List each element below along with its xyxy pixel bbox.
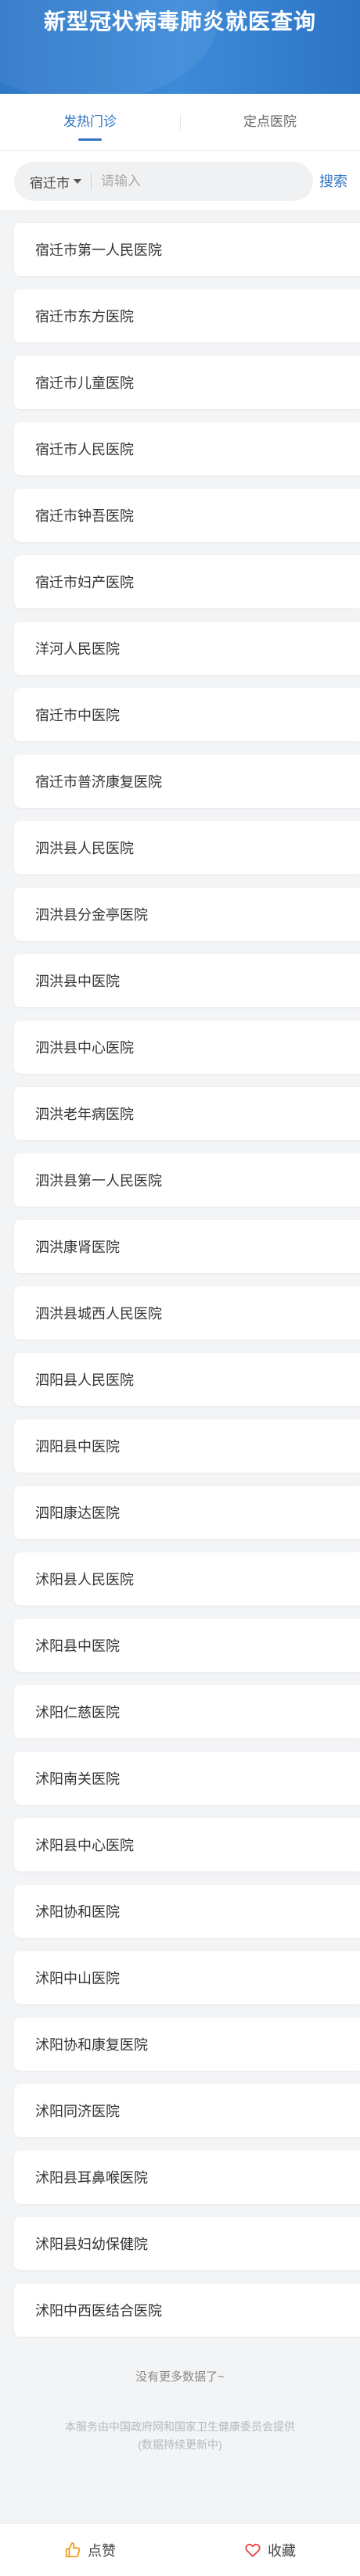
hospital-name: 泗洪县中医院 bbox=[35, 974, 120, 989]
hospital-name: 宿迁市人民医院 bbox=[35, 442, 134, 457]
bottom-action-bar: 点赞 收藏 bbox=[0, 2523, 360, 2576]
service-disclaimer: 本服务由中国政府网和国家卫生健康委员会提供 (数据持续更新中) bbox=[0, 2418, 360, 2454]
hospital-list-item[interactable]: 沭阳县中医院 bbox=[14, 1619, 360, 1672]
page-title: 新型冠状病毒肺炎就医查询 bbox=[43, 9, 316, 34]
hospital-list-item[interactable]: 沭阳县中心医院 bbox=[14, 1818, 360, 1871]
hospital-name: 沭阳中西医结合医院 bbox=[35, 2303, 162, 2319]
hospital-name: 沭阳仁慈医院 bbox=[35, 1705, 120, 1720]
hospital-list-item[interactable]: 沭阳县耳鼻喉医院 bbox=[14, 2151, 360, 2204]
hospital-name: 泗洪县第一人民医院 bbox=[35, 1173, 162, 1189]
hospital-list-item[interactable]: 宿迁市中医院 bbox=[14, 688, 360, 741]
page-header: 新型冠状病毒肺炎就医查询 bbox=[0, 0, 360, 94]
hospital-name: 泗阳县人民医院 bbox=[35, 1372, 134, 1388]
hospital-name: 沭阳县中心医院 bbox=[35, 1838, 134, 1853]
hospital-name: 宿迁市东方医院 bbox=[35, 309, 134, 325]
hospital-list-item[interactable]: 沭阳县妇幼保健院 bbox=[14, 2217, 360, 2270]
hospital-name: 泗洪康肾医院 bbox=[35, 1240, 120, 1255]
hospital-name: 宿迁市妇产医院 bbox=[35, 575, 134, 590]
hospital-list-item[interactable]: 泗洪县分金亭医院 bbox=[14, 888, 360, 941]
hospital-list-item[interactable]: 宿迁市钟吾医院 bbox=[14, 489, 360, 542]
hospital-list-item[interactable]: 宿迁市东方医院 bbox=[14, 289, 360, 343]
favorite-button[interactable]: 收藏 bbox=[180, 2524, 360, 2576]
disclaimer-line: (数据持续更新中) bbox=[138, 2438, 222, 2451]
search-input[interactable] bbox=[92, 174, 313, 189]
like-button[interactable]: 点赞 bbox=[0, 2524, 180, 2576]
hospital-list-item[interactable]: 泗阳县人民医院 bbox=[14, 1353, 360, 1406]
hospital-list-item[interactable]: 沭阳中山医院 bbox=[14, 1951, 360, 2004]
no-more-data-text: 没有更多数据了~ bbox=[135, 2370, 225, 2384]
thumbs-up-icon bbox=[65, 2542, 81, 2557]
hospital-list-item[interactable]: 宿迁市普济康复医院 bbox=[14, 755, 360, 808]
favorite-label: 收藏 bbox=[268, 2542, 296, 2559]
search-bar: 宿迁市 搜索 bbox=[0, 150, 360, 211]
hospital-list-item[interactable]: 宿迁市人民医院 bbox=[14, 422, 360, 475]
heart-icon bbox=[245, 2543, 261, 2557]
hospital-list-item[interactable]: 泗洪老年病医院 bbox=[14, 1087, 360, 1140]
disclaimer-line: 本服务由中国政府网和国家卫生健康委员会提供 bbox=[65, 2420, 295, 2433]
hospital-list-item[interactable]: 沭阳协和康复医院 bbox=[14, 2018, 360, 2071]
hospital-list-item[interactable]: 宿迁市儿童医院 bbox=[14, 356, 360, 409]
hospital-name: 宿迁市儿童医院 bbox=[35, 375, 134, 391]
hospital-list-item[interactable]: 沭阳协和医院 bbox=[14, 1885, 360, 1938]
hospital-list-item[interactable]: 泗洪县第一人民医院 bbox=[14, 1153, 360, 1207]
hospital-list: 宿迁市第一人民医院 宿迁市东方医院 宿迁市儿童医院 宿迁市人民医院 宿迁市钟吾医院 宿迁市… bbox=[14, 223, 360, 2350]
hospital-name: 泗阳县中医院 bbox=[35, 1439, 120, 1455]
city-select-dropdown[interactable]: 宿迁市 bbox=[14, 172, 91, 192]
hospital-list-item[interactable]: 泗阳县中医院 bbox=[14, 1419, 360, 1473]
hospital-list-item[interactable]: 泗阳康达医院 bbox=[14, 1486, 360, 1539]
hospital-name: 沭阳南关医院 bbox=[35, 1771, 120, 1787]
hospital-name: 泗洪县分金亭医院 bbox=[35, 907, 148, 923]
tab-label: 定点医院 bbox=[243, 114, 297, 129]
hospital-name: 沭阳同济医院 bbox=[35, 2104, 120, 2119]
city-select-label: 宿迁市 bbox=[30, 175, 70, 191]
hospital-list-item[interactable]: 泗洪县中心医院 bbox=[14, 1021, 360, 1074]
hospital-name: 泗洪县人民医院 bbox=[35, 841, 134, 856]
hospital-list-item[interactable]: 沭阳中西医结合医院 bbox=[14, 2284, 360, 2337]
tab-bar: 发热门诊 定点医院 bbox=[0, 94, 360, 150]
hospital-list-item[interactable]: 宿迁市妇产医院 bbox=[14, 555, 360, 608]
tab-label: 发热门诊 bbox=[63, 114, 117, 129]
hospital-list-item[interactable]: 沭阳仁慈医院 bbox=[14, 1685, 360, 1738]
hospital-name: 沭阳县妇幼保健院 bbox=[35, 2237, 148, 2252]
tab-fever-clinic[interactable]: 发热门诊 bbox=[0, 94, 180, 150]
hospital-list-item[interactable]: 泗洪县中医院 bbox=[14, 954, 360, 1007]
hospital-name: 沭阳协和康复医院 bbox=[35, 2037, 148, 2053]
hospital-name: 宿迁市第一人民医院 bbox=[35, 242, 162, 258]
hospital-name: 宿迁市中医院 bbox=[35, 708, 120, 723]
search-box: 宿迁市 bbox=[14, 162, 313, 201]
hospital-name: 泗洪老年病医院 bbox=[35, 1107, 134, 1122]
hospital-list-item[interactable]: 沭阳南关医院 bbox=[14, 1752, 360, 1805]
search-button[interactable]: 搜索 bbox=[319, 162, 347, 201]
active-tab-underline bbox=[78, 138, 102, 141]
hospital-list-item[interactable]: 泗洪县城西人民医院 bbox=[14, 1286, 360, 1340]
hospital-list-item[interactable]: 宿迁市第一人民医院 bbox=[14, 223, 360, 276]
tab-designated-hospital[interactable]: 定点医院 bbox=[180, 94, 360, 150]
hospital-name: 泗洪县城西人民医院 bbox=[35, 1306, 162, 1322]
hospital-name: 洋河人民医院 bbox=[35, 641, 120, 657]
hospital-name: 沭阳县中医院 bbox=[35, 1638, 120, 1654]
hospital-name: 沭阳协和医院 bbox=[35, 1904, 120, 1920]
hospital-list-item[interactable]: 洋河人民医院 bbox=[14, 622, 360, 675]
like-label: 点赞 bbox=[88, 2542, 116, 2559]
hospital-name: 沭阳县人民医院 bbox=[35, 1572, 134, 1588]
hospital-list-item[interactable]: 泗洪康肾医院 bbox=[14, 1220, 360, 1273]
hospital-list-item[interactable]: 沭阳县人民医院 bbox=[14, 1552, 360, 1606]
hospital-name: 宿迁市普济康复医院 bbox=[35, 774, 162, 790]
caret-down-icon bbox=[74, 179, 81, 184]
hospital-list-item[interactable]: 沭阳同济医院 bbox=[14, 2084, 360, 2137]
hospital-name: 泗阳康达医院 bbox=[35, 1505, 120, 1521]
hospital-name: 沭阳县耳鼻喉医院 bbox=[35, 2170, 148, 2186]
hospital-name: 沭阳中山医院 bbox=[35, 1971, 120, 1986]
hospital-name: 泗洪县中心医院 bbox=[35, 1040, 134, 1056]
hospital-list-item[interactable]: 泗洪县人民医院 bbox=[14, 821, 360, 874]
hospital-name: 宿迁市钟吾医院 bbox=[35, 508, 134, 524]
